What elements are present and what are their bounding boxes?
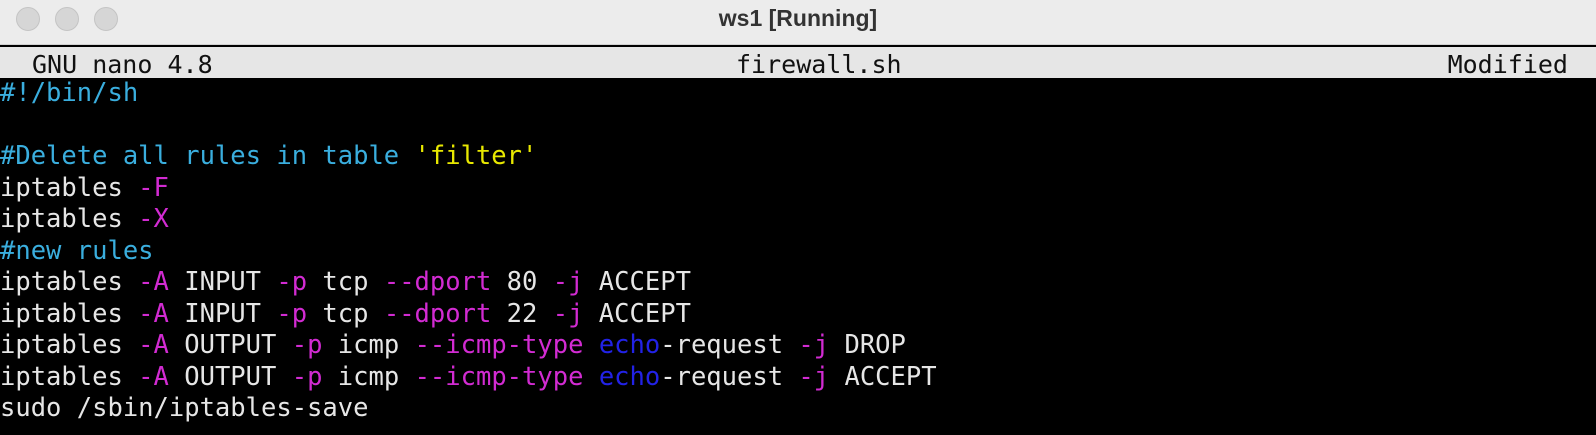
code-token-flag: -A bbox=[138, 267, 169, 297]
code-token-flag: -j bbox=[552, 267, 584, 297]
code-token-text: sudo /sbin/iptables-save bbox=[0, 393, 369, 423]
code-token-text: -request bbox=[660, 361, 799, 392]
code-line[interactable]: iptables -A INPUT -p tcp --dport 22 -j A… bbox=[0, 299, 1596, 331]
code-line[interactable]: iptables -A OUTPUT -p icmp --icmp-type e… bbox=[0, 330, 1596, 362]
code-token-flag: -p bbox=[276, 298, 308, 329]
code-line[interactable]: #new rules bbox=[0, 236, 1596, 268]
code-token-text: icmp bbox=[322, 330, 415, 360]
code-token-text: iptables bbox=[0, 298, 139, 329]
code-line[interactable]: #!/bin/sh bbox=[0, 78, 1596, 110]
code-line[interactable]: iptables -X bbox=[0, 204, 1596, 236]
code-token-string: 'filter' bbox=[414, 141, 538, 171]
code-token-flag: -p bbox=[291, 361, 323, 392]
title-bar[interactable]: ws1 [Running] bbox=[0, 0, 1596, 45]
nano-version: GNU nano 4.8 bbox=[32, 50, 213, 79]
code-token-flag: -j bbox=[798, 361, 830, 392]
code-token-text: iptables bbox=[0, 172, 139, 203]
code-token-text: INPUT bbox=[168, 298, 277, 329]
code-token-comment: #new rules bbox=[0, 235, 154, 266]
editor-text-area[interactable]: #!/bin/sh #Delete all rules in table 'fil… bbox=[0, 78, 1596, 425]
code-token-comment: #!/bin/sh bbox=[0, 78, 139, 108]
code-token-flag: -A bbox=[138, 298, 169, 329]
window-title: ws1 [Running] bbox=[718, 5, 878, 31]
code-token-text: iptables bbox=[0, 204, 139, 234]
code-token-text: DROP bbox=[829, 330, 906, 360]
nano-header-bar: GNU nano 4.8 firewall.sh Modified bbox=[0, 47, 1596, 79]
code-token-text: OUTPUT bbox=[168, 330, 292, 360]
code-token-text: icmp bbox=[322, 361, 415, 392]
code-token-text: iptables bbox=[0, 330, 139, 360]
code-line[interactable]: #Delete all rules in table 'filter' bbox=[0, 141, 1596, 173]
code-token-text: iptables bbox=[0, 361, 139, 392]
code-token-text: 22 bbox=[491, 298, 553, 329]
code-token-flag: -X bbox=[138, 204, 169, 234]
code-token-blue: echo bbox=[598, 361, 661, 392]
code-token-text: tcp bbox=[307, 298, 384, 329]
code-token-flag: -j bbox=[798, 330, 830, 360]
code-token-flag: --dport bbox=[383, 298, 492, 329]
code-token-text: ACCEPT bbox=[829, 361, 937, 392]
code-token-flag: --dport bbox=[383, 267, 492, 297]
code-token-flag: --icmp-type bbox=[414, 361, 584, 392]
code-token-blue: echo bbox=[598, 330, 661, 360]
code-line[interactable]: iptables -A INPUT -p tcp --dport 80 -j A… bbox=[0, 267, 1596, 299]
code-token-text: INPUT bbox=[168, 267, 277, 297]
code-token-text: -request bbox=[660, 330, 799, 360]
code-token-flag: -p bbox=[291, 330, 323, 360]
code-line[interactable] bbox=[0, 110, 1596, 142]
nano-modified-status: Modified bbox=[1447, 50, 1568, 79]
code-token-text: ACCEPT bbox=[583, 267, 691, 297]
code-token-flag: --icmp-type bbox=[414, 330, 584, 360]
code-token-comment: #Delete all rules in table bbox=[0, 141, 415, 171]
code-token-flag: -A bbox=[138, 361, 169, 392]
code-token-flag: -F bbox=[138, 172, 169, 203]
code-line[interactable]: iptables -F bbox=[0, 173, 1596, 205]
code-token-text: OUTPUT bbox=[168, 361, 292, 392]
vm-window: ws1 [Running] GNU nano 4.8 firewall.sh M… bbox=[0, 0, 1596, 435]
code-token-text: 80 bbox=[491, 267, 553, 297]
code-token-flag: -p bbox=[276, 267, 308, 297]
code-token-text: ACCEPT bbox=[583, 298, 691, 329]
code-line[interactable]: iptables -A OUTPUT -p icmp --icmp-type e… bbox=[0, 362, 1596, 394]
nano-filename: firewall.sh bbox=[736, 50, 902, 79]
code-token-flag: -A bbox=[138, 330, 169, 360]
code-line[interactable]: sudo /sbin/iptables-save bbox=[0, 393, 1596, 425]
code-token-text: iptables bbox=[0, 267, 139, 297]
code-token-text: tcp bbox=[307, 267, 384, 297]
code-token-flag: -j bbox=[552, 298, 584, 329]
